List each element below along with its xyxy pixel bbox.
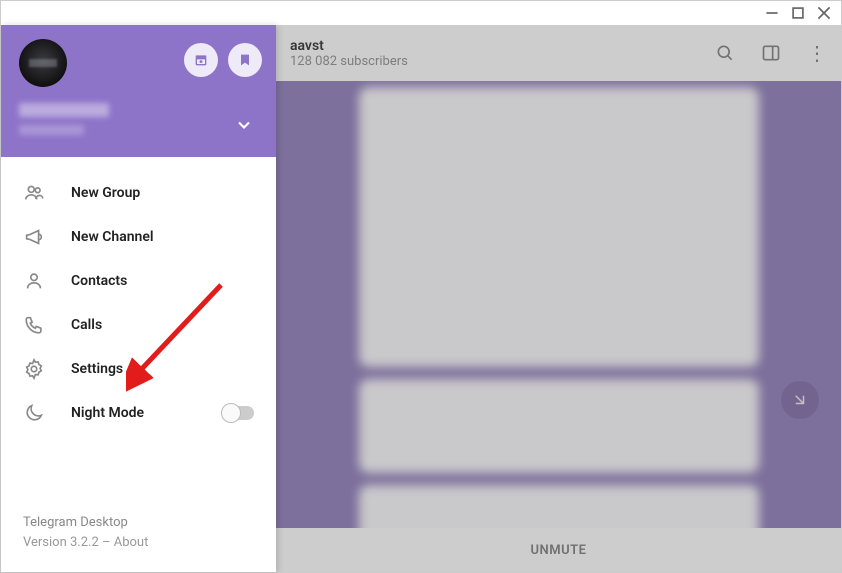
chat-subscribers: 128 082 subscribers xyxy=(290,54,689,69)
menu-label: New Group xyxy=(71,185,140,201)
sidebar-panel-icon[interactable] xyxy=(761,43,781,63)
menu-settings[interactable]: Settings xyxy=(1,347,276,391)
maximize-button[interactable] xyxy=(791,6,805,20)
profile-phone xyxy=(19,125,84,135)
drawer-footer: Telegram Desktop Version 3.2.2 – About xyxy=(1,501,276,572)
megaphone-icon xyxy=(23,226,45,248)
message-card xyxy=(359,379,759,473)
menu-night-mode[interactable]: Night Mode xyxy=(1,391,276,435)
menu-new-channel[interactable]: New Channel xyxy=(1,215,276,259)
menu-label: New Channel xyxy=(71,229,154,245)
chat-header: aavst 128 082 subscribers ⋮ xyxy=(276,25,841,81)
menu-contacts[interactable]: Contacts xyxy=(1,259,276,303)
saved-messages-button[interactable] xyxy=(228,43,262,77)
archive-button[interactable] xyxy=(184,43,218,77)
person-icon xyxy=(23,270,45,292)
menu-label: Night Mode xyxy=(71,405,144,421)
unmute-button[interactable]: UNMUTE xyxy=(276,528,841,572)
night-mode-toggle[interactable] xyxy=(222,406,254,420)
search-icon[interactable] xyxy=(715,43,735,63)
menu-label: Contacts xyxy=(71,273,127,289)
chevron-down-icon[interactable] xyxy=(234,115,254,139)
message-card xyxy=(359,87,759,367)
message-card xyxy=(359,485,759,528)
menu-label: Calls xyxy=(71,317,102,333)
version-about-link[interactable]: Version 3.2.2 – About xyxy=(23,533,254,553)
chat-title[interactable]: aavst xyxy=(290,38,689,54)
app-name-label: Telegram Desktop xyxy=(23,513,254,533)
profile-name xyxy=(19,103,109,117)
gear-icon xyxy=(23,358,45,380)
drawer-header xyxy=(1,25,276,157)
more-menu-icon[interactable]: ⋮ xyxy=(807,41,827,65)
close-button[interactable] xyxy=(817,6,831,20)
group-icon xyxy=(23,182,45,204)
drawer-menu: New Group New Channel Contacts Calls xyxy=(1,157,276,501)
moon-icon xyxy=(23,402,45,424)
scroll-down-button[interactable] xyxy=(781,381,819,419)
main-menu-drawer: New Group New Channel Contacts Calls xyxy=(1,25,276,572)
window-titlebar xyxy=(1,1,841,25)
menu-label: Settings xyxy=(71,361,123,377)
menu-new-group[interactable]: New Group xyxy=(1,171,276,215)
chat-body[interactable] xyxy=(276,81,841,528)
phone-icon xyxy=(23,314,45,336)
avatar[interactable] xyxy=(19,39,67,87)
minimize-button[interactable] xyxy=(765,6,779,20)
menu-calls[interactable]: Calls xyxy=(1,303,276,347)
